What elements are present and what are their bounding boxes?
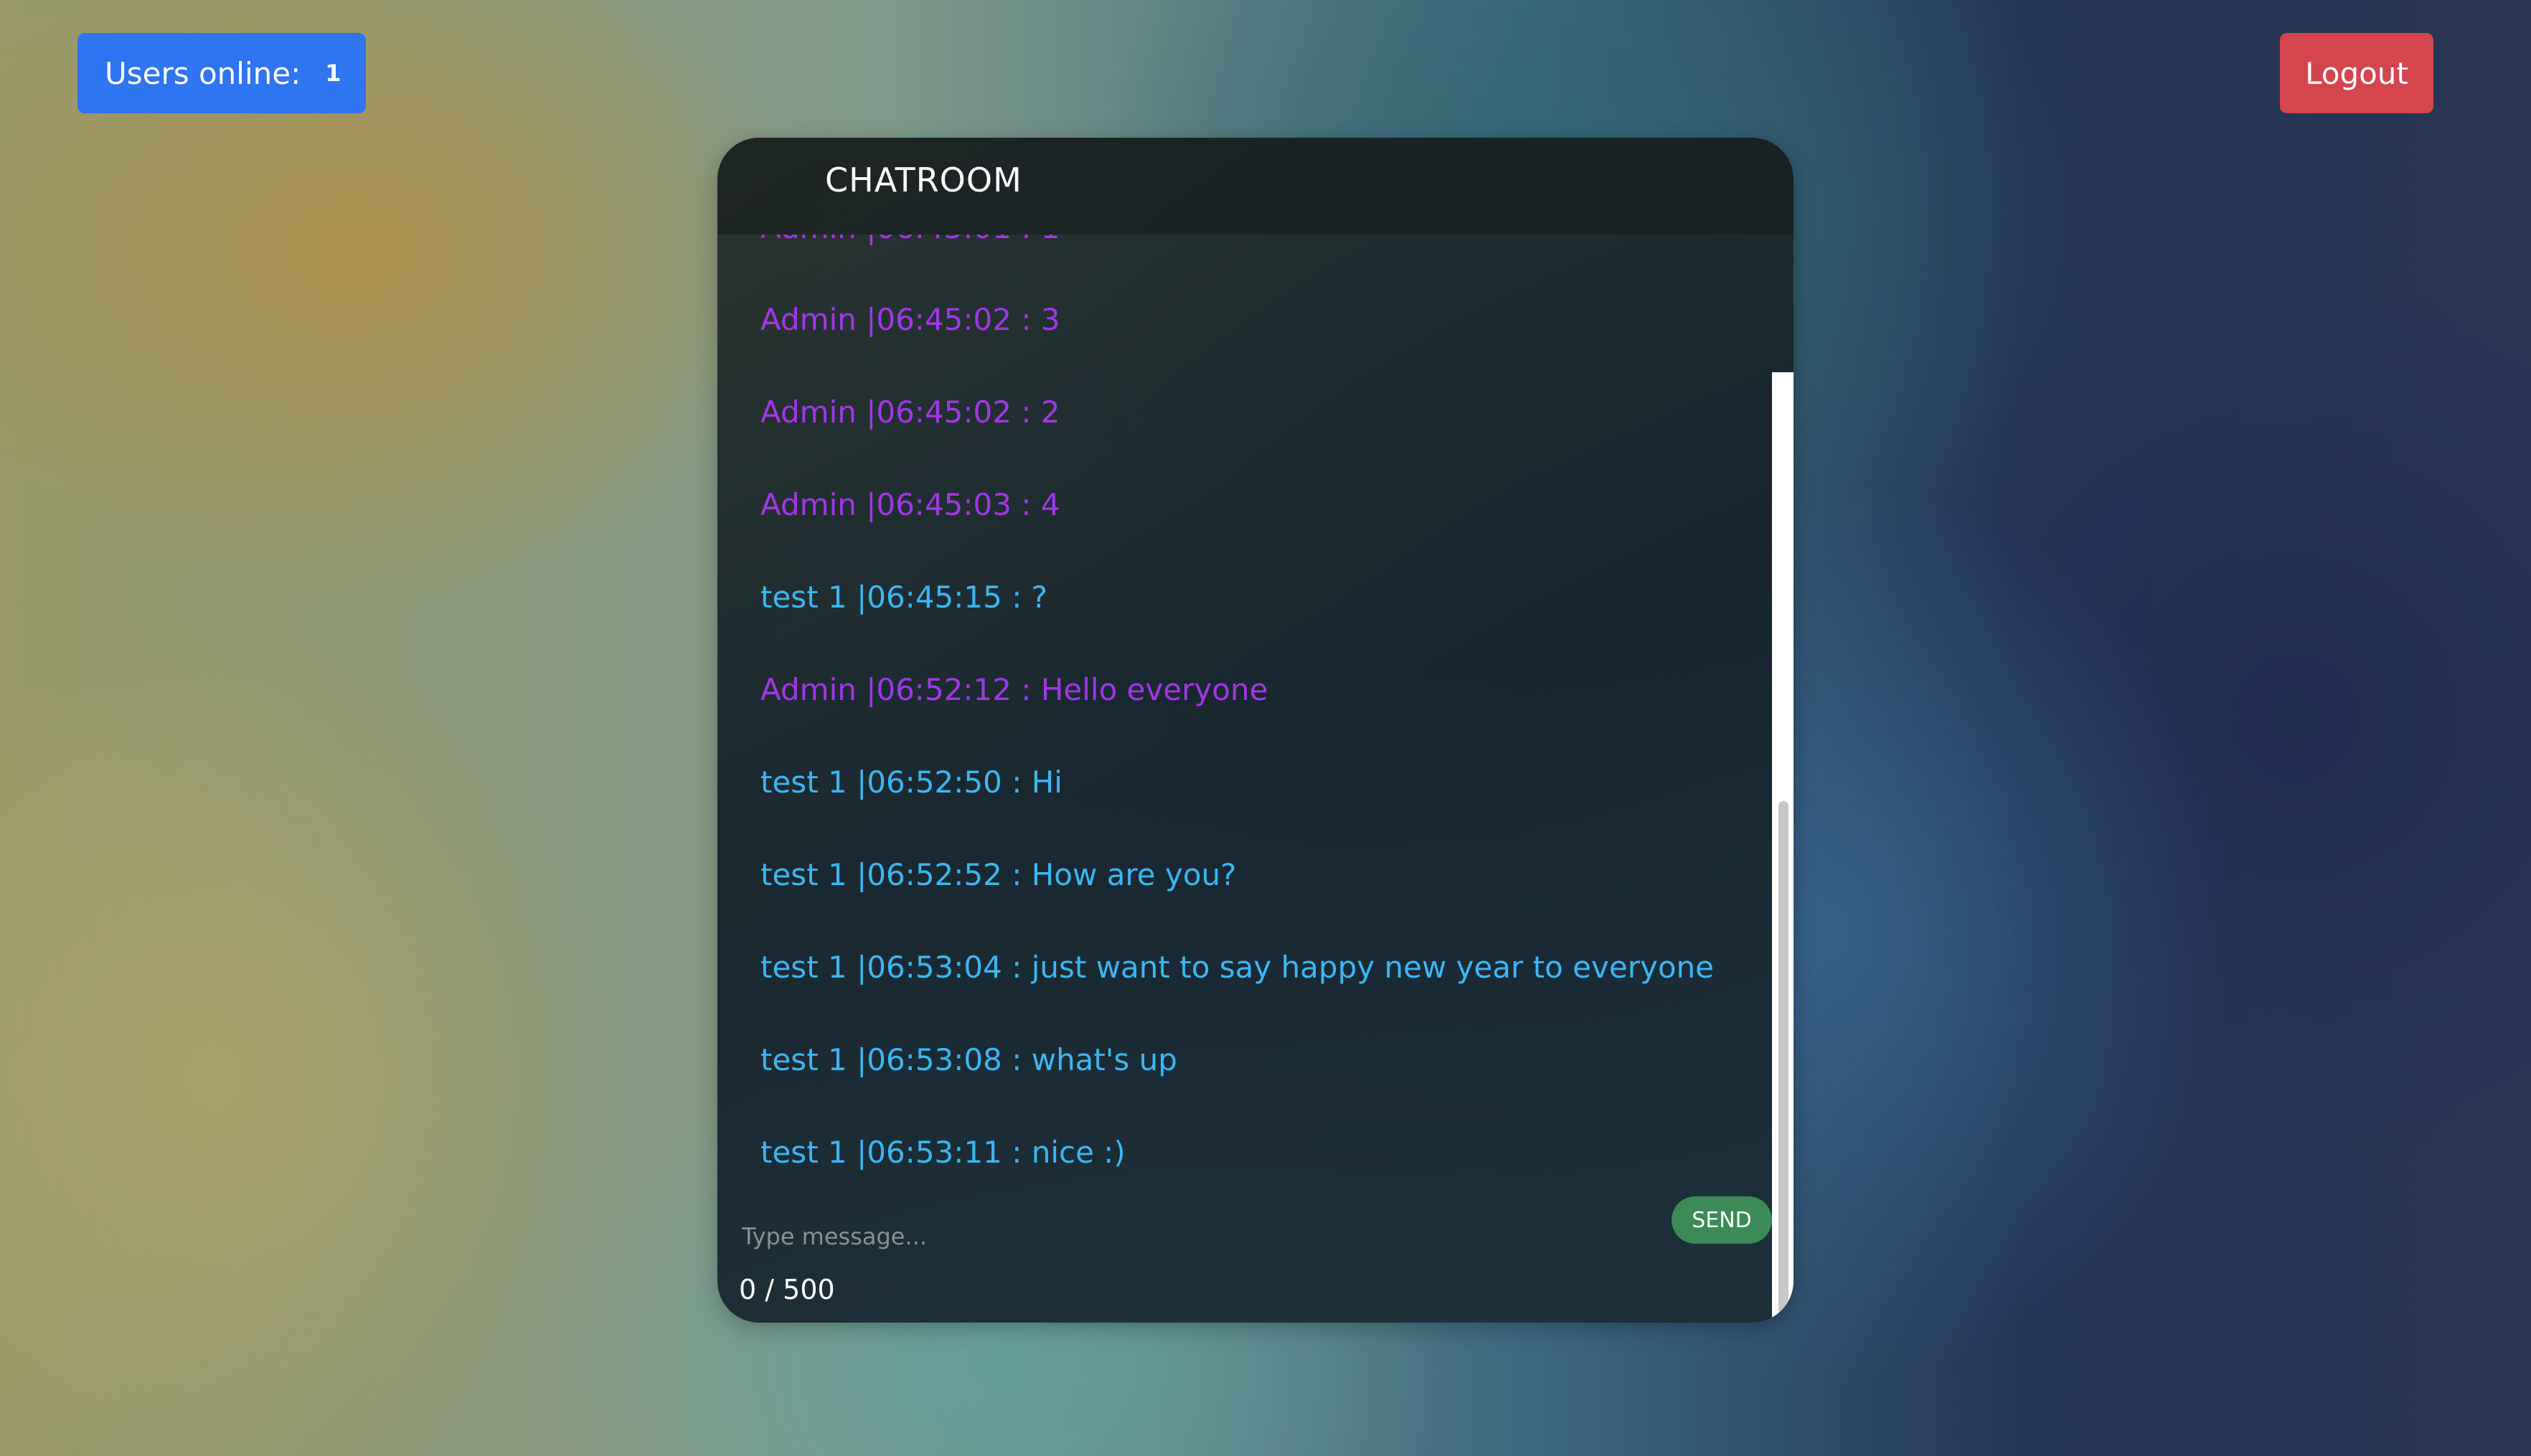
chat-message: test 1 |06:53:11 : nice :) <box>760 1135 1126 1170</box>
character-counter: 0 / 500 <box>739 1274 835 1305</box>
users-online-badge: Users online: 1 <box>77 33 366 113</box>
chat-message: Admin |06:45:01 : 1 <box>760 235 1060 245</box>
chat-title: CHATROOM <box>825 161 1022 199</box>
chat-message: Admin |06:45:03 : 4 <box>760 487 1060 522</box>
chat-message: Admin |06:45:02 : 3 <box>760 302 1060 337</box>
users-online-label: Users online: <box>105 55 301 91</box>
chat-message: Admin |06:45:02 : 2 <box>760 394 1060 430</box>
message-composer: SEND 0 / 500 <box>717 1182 1794 1323</box>
message-scrollbar[interactable] <box>1772 372 1794 1318</box>
chat-message: Admin |06:52:12 : Hello everyone <box>760 672 1268 707</box>
chat-message: test 1 |06:52:50 : Hi <box>760 765 1062 800</box>
chat-window: CHATROOM Admin |06:45:01 : 1 Admin |06:4… <box>717 138 1794 1323</box>
logout-button[interactable]: Logout <box>2280 33 2433 113</box>
chat-message: test 1 |06:53:08 : what's up <box>760 1042 1177 1077</box>
chat-message: test 1 |06:45:15 : ? <box>760 580 1048 615</box>
users-online-count: 1 <box>325 60 341 87</box>
send-button[interactable]: SEND <box>1672 1196 1772 1244</box>
chat-message: test 1 |06:52:52 : How are you? <box>760 857 1237 892</box>
message-input[interactable] <box>742 1215 1639 1258</box>
chat-message: test 1 |06:53:04 : just want to say happ… <box>760 950 1714 985</box>
chat-header: CHATROOM <box>717 138 1794 235</box>
message-list[interactable]: Admin |06:45:01 : 1 Admin |06:45:02 : 3 … <box>717 235 1772 1175</box>
